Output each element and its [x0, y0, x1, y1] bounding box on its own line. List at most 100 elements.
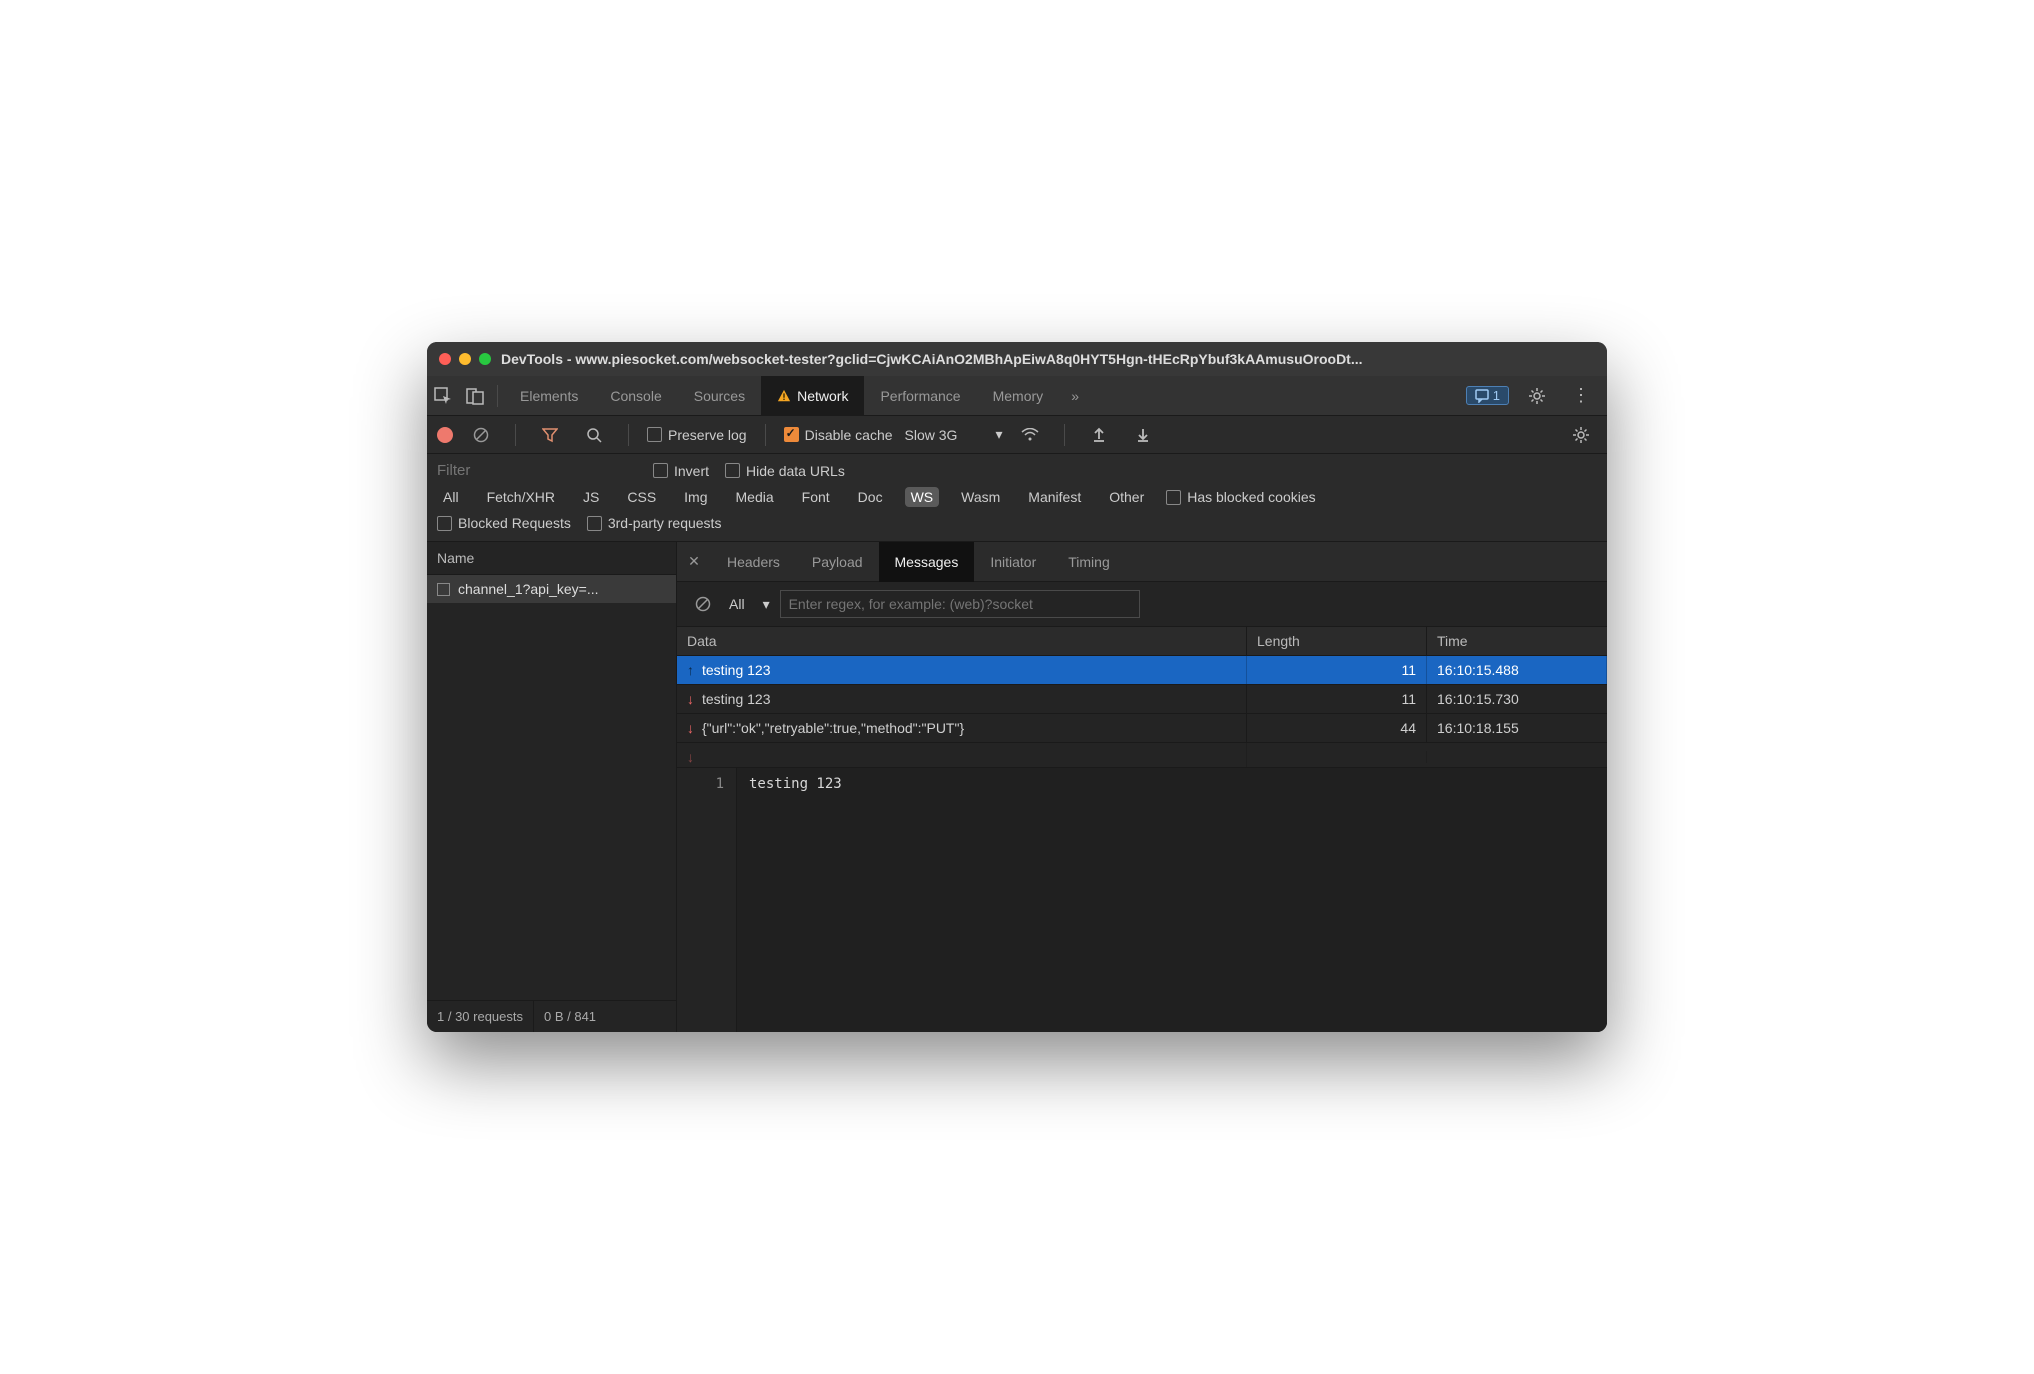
message-length: 11 — [1247, 656, 1427, 684]
transfer-size: 0 B / 841 — [534, 1001, 606, 1032]
chip-manifest[interactable]: Manifest — [1022, 487, 1087, 507]
dropdown-value: All — [729, 596, 745, 612]
line-number: 1 — [677, 768, 737, 1032]
messages-toolbar: All ▾ — [677, 582, 1607, 627]
blocked-requests-checkbox[interactable]: Blocked Requests — [437, 515, 571, 531]
message-row-partial[interactable]: ↓ — [677, 743, 1607, 768]
record-button[interactable] — [437, 427, 453, 443]
message-time: 16:10:15.488 — [1427, 656, 1607, 684]
direction-filter-dropdown[interactable]: All ▾ — [729, 596, 770, 613]
chip-css[interactable]: CSS — [621, 487, 662, 507]
tab-label: Elements — [520, 388, 578, 404]
filter-input[interactable] — [437, 462, 637, 479]
message-row[interactable]: ↓ testing 123 11 16:10:15.730 — [677, 685, 1607, 714]
tab-memory[interactable]: Memory — [977, 376, 1060, 416]
chip-other[interactable]: Other — [1103, 487, 1150, 507]
checkbox-label: Invert — [674, 463, 709, 479]
separator — [628, 424, 629, 446]
main-tabbar: Elements Console Sources Network Perform… — [427, 376, 1607, 416]
wifi-icon[interactable] — [1014, 419, 1046, 451]
kebab-menu-icon[interactable]: ⋮ — [1565, 380, 1597, 412]
disable-cache-checkbox[interactable]: Disable cache — [784, 427, 893, 443]
arrow-down-icon: ↓ — [687, 749, 694, 765]
clear-icon[interactable] — [465, 419, 497, 451]
filter-bar: Invert Hide data URLs All Fetch/XHR JS C… — [427, 454, 1607, 542]
dtab-headers[interactable]: Headers — [711, 542, 796, 582]
clear-messages-icon[interactable] — [687, 588, 719, 620]
devtools-window: DevTools - www.piesocket.com/websocket-t… — [427, 342, 1607, 1032]
chip-js[interactable]: JS — [577, 487, 605, 507]
tab-network[interactable]: Network — [761, 376, 864, 416]
close-detail-icon[interactable]: ✕ — [677, 553, 711, 570]
tab-performance[interactable]: Performance — [864, 376, 976, 416]
message-text: {"url":"ok","retryable":true,"method":"P… — [702, 720, 964, 736]
minimize-window-button[interactable] — [459, 353, 471, 365]
messages-list[interactable]: ↑ testing 123 11 16:10:15.488 ↓ testing … — [677, 656, 1607, 768]
checkbox-label: Blocked Requests — [458, 515, 571, 531]
preserve-log-checkbox[interactable]: Preserve log — [647, 427, 747, 443]
dtab-timing[interactable]: Timing — [1052, 542, 1126, 582]
chip-img[interactable]: Img — [678, 487, 713, 507]
throttle-dropdown[interactable]: Slow 3G ▾ — [905, 426, 1003, 443]
settings-icon[interactable] — [1521, 380, 1553, 412]
window-controls — [439, 353, 491, 365]
request-icon — [437, 583, 450, 596]
message-row[interactable]: ↑ testing 123 11 16:10:15.488 — [677, 656, 1607, 685]
tab-console[interactable]: Console — [594, 376, 677, 416]
arrow-down-icon: ↓ — [687, 691, 694, 707]
has-blocked-cookies-checkbox[interactable]: Has blocked cookies — [1166, 489, 1315, 505]
message-text: testing 123 — [702, 662, 771, 678]
invert-checkbox[interactable]: Invert — [653, 463, 709, 479]
network-toolbar: Preserve log Disable cache Slow 3G ▾ — [427, 416, 1607, 454]
regex-filter-input[interactable] — [780, 590, 1140, 618]
issues-badge[interactable]: 1 — [1466, 386, 1509, 405]
checkbox-label: Has blocked cookies — [1187, 489, 1315, 505]
detail-panel: ✕ Headers Payload Messages Initiator Tim… — [677, 542, 1607, 1032]
upload-icon[interactable] — [1083, 419, 1115, 451]
tab-elements[interactable]: Elements — [504, 376, 594, 416]
hide-data-urls-checkbox[interactable]: Hide data URLs — [725, 463, 845, 479]
message-length: 11 — [1247, 685, 1427, 713]
inspect-element-icon[interactable] — [427, 380, 459, 412]
search-icon[interactable] — [578, 419, 610, 451]
tab-sources[interactable]: Sources — [678, 376, 761, 416]
message-row[interactable]: ↓ {"url":"ok","retryable":true,"method":… — [677, 714, 1607, 743]
preview-content[interactable]: testing 123 — [737, 768, 1607, 1032]
close-window-button[interactable] — [439, 353, 451, 365]
type-filter-chips: All Fetch/XHR JS CSS Img Media Font Doc … — [437, 487, 1597, 507]
download-icon[interactable] — [1127, 419, 1159, 451]
message-time: 16:10:15.730 — [1427, 685, 1607, 713]
window-title: DevTools - www.piesocket.com/websocket-t… — [501, 351, 1595, 367]
dtab-messages[interactable]: Messages — [879, 542, 975, 582]
chip-wasm[interactable]: Wasm — [955, 487, 1006, 507]
device-toolbar-icon[interactable] — [459, 380, 491, 412]
filter-icon[interactable] — [534, 419, 566, 451]
chip-media[interactable]: Media — [730, 487, 780, 507]
chip-font[interactable]: Font — [796, 487, 836, 507]
col-header-length: Length — [1247, 627, 1427, 655]
message-time — [1427, 751, 1607, 763]
sidebar-header-name: Name — [427, 542, 676, 575]
chip-ws[interactable]: WS — [905, 487, 940, 507]
dtab-initiator[interactable]: Initiator — [974, 542, 1052, 582]
more-tabs-icon[interactable]: » — [1059, 380, 1091, 412]
arrow-up-icon: ↑ — [687, 662, 694, 678]
request-row[interactable]: channel_1?api_key=... — [427, 575, 676, 603]
chevron-down-icon: ▾ — [995, 426, 1002, 443]
maximize-window-button[interactable] — [479, 353, 491, 365]
badge-count: 1 — [1493, 388, 1500, 403]
dtab-payload[interactable]: Payload — [796, 542, 879, 582]
panel-settings-icon[interactable] — [1565, 419, 1597, 451]
message-preview: 1 testing 123 — [677, 768, 1607, 1032]
request-list-sidebar: Name channel_1?api_key=... 1 / 30 reques… — [427, 542, 677, 1032]
checkbox-label: Hide data URLs — [746, 463, 845, 479]
chevron-down-icon: ▾ — [763, 596, 770, 613]
chip-fetch-xhr[interactable]: Fetch/XHR — [481, 487, 561, 507]
third-party-checkbox[interactable]: 3rd-party requests — [587, 515, 722, 531]
chip-all[interactable]: All — [437, 487, 465, 507]
col-header-time: Time — [1427, 627, 1607, 655]
request-name: channel_1?api_key=... — [458, 581, 599, 597]
warning-icon — [777, 389, 791, 403]
message-text: testing 123 — [702, 691, 771, 707]
chip-doc[interactable]: Doc — [852, 487, 889, 507]
